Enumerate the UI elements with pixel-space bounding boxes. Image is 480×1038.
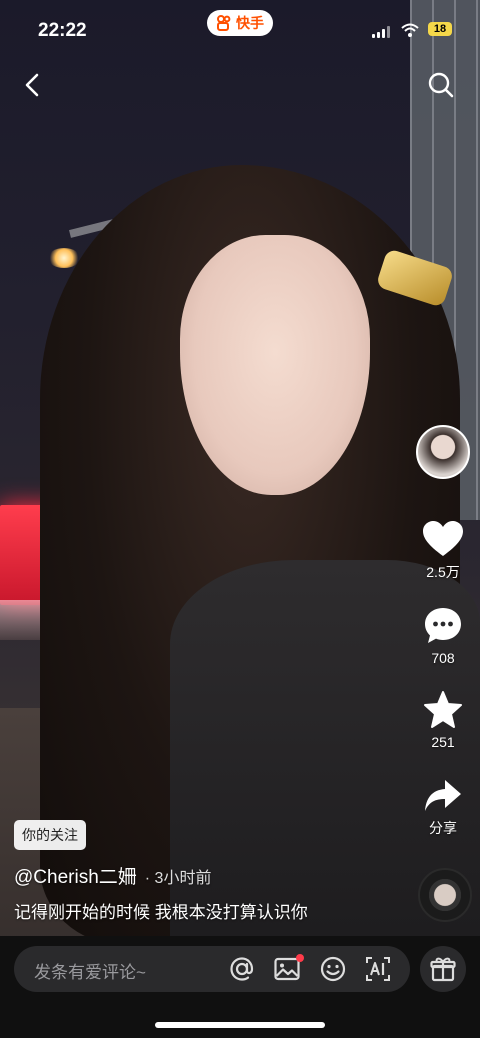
gift-button[interactable] — [420, 946, 466, 992]
like-count: 2.5万 — [426, 564, 460, 580]
signal-icon — [372, 26, 390, 38]
battery-icon: 18 — [428, 22, 452, 36]
back-arrow-icon — [25, 73, 39, 97]
like-button[interactable]: 2.5万 — [411, 520, 475, 582]
comment-count: 708 — [431, 650, 455, 666]
comment-placeholder: 发条有爱评论~ — [34, 963, 146, 982]
music-disc[interactable] — [418, 868, 472, 922]
ai-icon[interactable] — [364, 955, 392, 983]
share-label: 分享 — [429, 820, 457, 836]
home-indicator[interactable] — [155, 1022, 325, 1028]
notification-dot — [296, 954, 304, 962]
author-avatar[interactable] — [416, 425, 470, 479]
author-line: @Cherish二姍 · 3小时前 — [14, 862, 211, 889]
emoji-icon[interactable] — [319, 955, 347, 983]
app-indicator-pill[interactable]: 快手 — [207, 10, 273, 36]
comment-button[interactable]: 708 — [411, 606, 475, 666]
comment-bubble-icon — [425, 608, 461, 643]
share-arrow-icon — [425, 780, 461, 811]
status-time: 22:22 — [38, 20, 87, 41]
at-icon[interactable] — [228, 955, 256, 983]
post-caption: 记得刚开始的时候 我根本没打算认识你 — [14, 903, 308, 922]
search-icon — [428, 72, 454, 98]
status-bar: 22:22 快手 18 — [0, 0, 480, 60]
search-button[interactable] — [426, 70, 456, 100]
gift-icon — [430, 957, 456, 982]
author-name[interactable]: @Cherish二姍 — [14, 862, 137, 889]
star-icon — [424, 691, 462, 728]
favorite-count: 251 — [431, 734, 455, 750]
favorite-button[interactable]: 251 — [411, 690, 475, 750]
share-button[interactable]: 分享 — [411, 778, 475, 838]
post-time: · 3小时前 — [144, 870, 212, 887]
wifi-icon — [401, 23, 419, 37]
back-button[interactable] — [18, 70, 48, 100]
heart-icon — [423, 521, 463, 556]
kuaishou-logo-icon — [217, 15, 231, 31]
app-name: 快手 — [236, 15, 264, 31]
follow-status-badge: 你的关注 — [14, 820, 86, 850]
